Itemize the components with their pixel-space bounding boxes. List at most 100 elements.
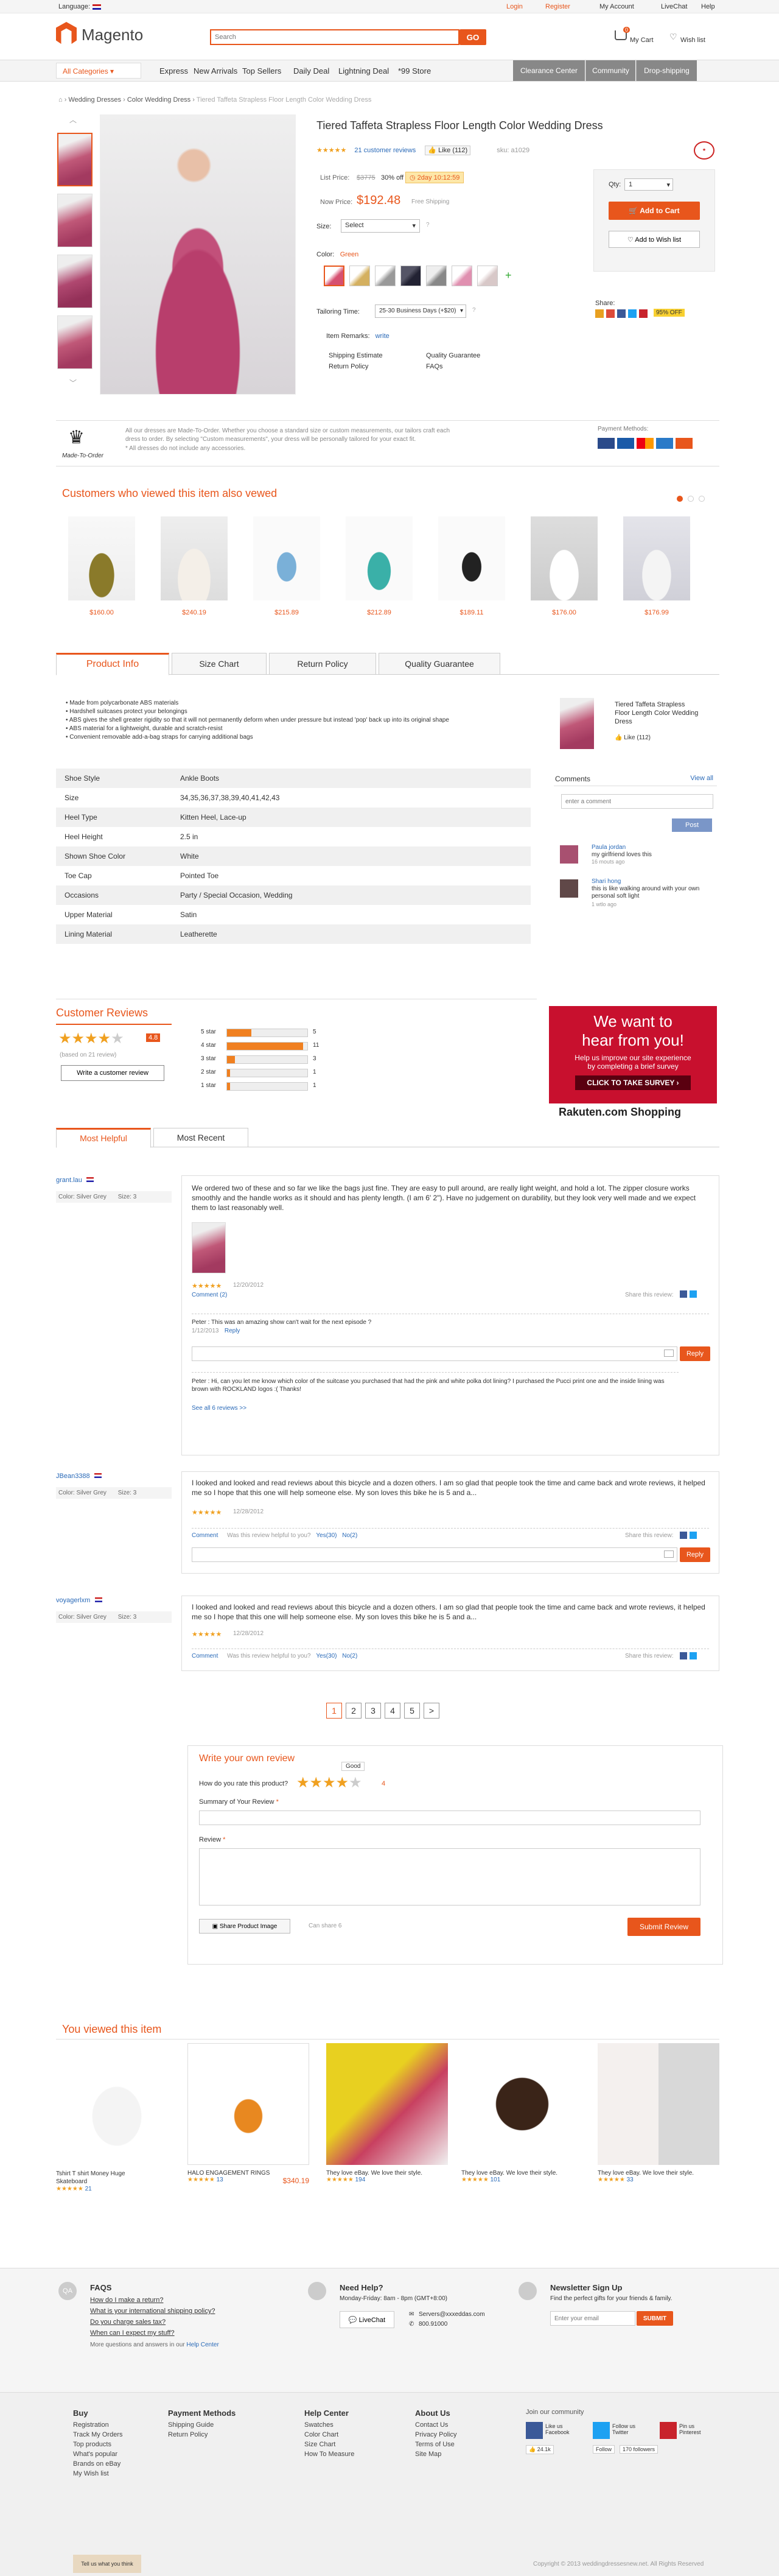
carousel-dot[interactable] [699, 496, 705, 502]
footer-link[interactable]: Size Chart [304, 2441, 354, 2448]
nav-express[interactable]: Express [159, 66, 188, 76]
size-select[interactable]: Select ▾ [341, 219, 420, 233]
reply-button[interactable]: Reply [680, 1346, 710, 1361]
product-card[interactable]: $176.00 [531, 516, 598, 616]
nav-daily-deal[interactable]: Daily Deal [293, 66, 329, 76]
comment-input[interactable] [561, 794, 713, 809]
facebook-icon[interactable] [680, 1532, 687, 1539]
facebook-like-button[interactable]: 👍 Like (112) [425, 146, 471, 155]
livechat-button[interactable]: 💬 LiveChat [340, 2311, 394, 2328]
color-swatch[interactable] [375, 266, 396, 286]
product-card[interactable]: $160.00 [68, 516, 135, 616]
register-link[interactable]: Register [545, 3, 570, 10]
fb-like-button[interactable]: 👍 24.1k [526, 2445, 554, 2454]
nav-community[interactable]: Community [585, 60, 635, 81]
remarks-write-link[interactable]: write [376, 333, 390, 340]
all-categories-button[interactable]: All Categories ▾ [56, 63, 141, 79]
newsletter-input[interactable] [550, 2311, 635, 2326]
page-5[interactable]: 5 [404, 1703, 420, 1719]
add-to-wishlist-button[interactable]: ♡ Add to Wish list [609, 231, 700, 248]
thumbnail[interactable] [57, 315, 93, 369]
color-swatch[interactable] [452, 266, 472, 286]
viewed-card[interactable]: They love eBay. We love their style. ★★★… [326, 2043, 448, 2183]
viewed-card[interactable]: They love eBay. We love their style. ★★★… [598, 2043, 719, 2183]
add-to-cart-button[interactable]: 🛒 Add to Cart [609, 202, 700, 220]
facebook-icon[interactable] [680, 1290, 687, 1298]
twitter-follow-button[interactable]: Follow [593, 2445, 615, 2454]
nav-99-store[interactable]: *99 Store [398, 66, 431, 76]
reply-link[interactable]: Reply [225, 1328, 240, 1334]
reviewer-name[interactable]: grant.lau [56, 1177, 82, 1184]
wishlist-link[interactable]: Wish list [680, 37, 705, 44]
helpful-no[interactable]: No(2) [342, 1653, 357, 1659]
footer-link[interactable]: Privacy Policy [415, 2431, 456, 2438]
faq-link[interactable]: How do I make a return? [90, 2296, 163, 2304]
helpful-yes[interactable]: Yes(30) [316, 1532, 337, 1539]
footer-link[interactable]: Registration [73, 2421, 123, 2429]
return-policy-link[interactable]: Return Policy [329, 363, 368, 370]
reply-button[interactable]: Reply [680, 1547, 710, 1562]
main-product-image[interactable] [100, 114, 296, 395]
side-product[interactable]: Tiered Taffeta Strapless Floor Length Co… [560, 698, 718, 753]
viewed-card[interactable]: They love eBay. We love their style. ★★★… [461, 2043, 583, 2183]
newsletter-submit[interactable]: SUBMIT [637, 2311, 673, 2326]
review-comment-link[interactable]: Comment (2) [192, 1292, 227, 1298]
side-product-like[interactable]: 👍 Like (112) [615, 734, 651, 741]
email-icon[interactable] [595, 309, 604, 318]
reply-input[interactable] [192, 1547, 677, 1562]
tab-size-chart[interactable]: Size Chart [172, 653, 267, 675]
footer-link[interactable]: Shipping Guide [168, 2421, 236, 2429]
twitter-icon[interactable] [628, 309, 637, 318]
faq-link[interactable]: When can I expect my stuff? [90, 2329, 175, 2337]
chevron-down-icon[interactable]: ﹀ [69, 378, 77, 388]
footer-link[interactable]: Top products [73, 2441, 123, 2448]
community-fb[interactable]: Like us Facebook [545, 2423, 576, 2435]
product-card[interactable]: $176.99 [623, 516, 690, 616]
tab-quality-guarantee[interactable]: Quality Guarantee [379, 653, 500, 675]
twitter-icon[interactable] [690, 1652, 697, 1659]
footer-link[interactable]: Color Chart [304, 2431, 354, 2438]
footer-link[interactable]: What's popular [73, 2451, 123, 2458]
faq-link[interactable]: Do you charge sales tax? [90, 2318, 166, 2326]
login-link[interactable]: Login [506, 3, 523, 10]
livechat-link[interactable]: LiveChat [661, 3, 687, 10]
reviews-link[interactable]: 21 customer reviews [354, 147, 416, 154]
search-button[interactable]: GO [459, 29, 486, 45]
footer-link[interactable]: How To Measure [304, 2451, 354, 2458]
color-swatch[interactable] [324, 266, 344, 286]
product-card[interactable]: $215.89 [253, 516, 320, 616]
plus-icon[interactable]: + [505, 269, 512, 282]
tab-most-helpful[interactable]: Most Helpful [56, 1128, 151, 1148]
review-comment-link[interactable]: Comment [192, 1653, 218, 1659]
help-icon[interactable]: ? [426, 222, 430, 228]
product-card[interactable]: $212.89 [346, 516, 413, 616]
reply-input[interactable] [192, 1346, 677, 1361]
help-link[interactable]: Help [701, 3, 715, 10]
nav-clearance[interactable]: Clearance Center [513, 60, 585, 81]
pinterest-icon[interactable] [639, 309, 648, 318]
comment-author[interactable]: Shari hong [592, 878, 621, 885]
comment-author[interactable]: Paula jordan [592, 844, 626, 851]
tailoring-select[interactable]: 25-30 Business Days (+$20) ▾ [375, 304, 466, 318]
product-card[interactable]: $240.19 [161, 516, 228, 616]
twitter-icon[interactable] [690, 1290, 697, 1298]
carousel-dot[interactable] [677, 496, 683, 502]
footer-link[interactable]: Brands on eBay [73, 2460, 123, 2468]
logo[interactable]: Magento [56, 22, 172, 46]
chevron-up-icon[interactable]: ︿ [69, 114, 77, 125]
thumbnail[interactable] [57, 194, 93, 247]
ad-cta-button[interactable]: CLICK TO TAKE SURVEY › [575, 1075, 691, 1090]
survey-ad[interactable]: We want to hear from you! Help us improv… [549, 1006, 717, 1122]
facebook-icon[interactable] [617, 309, 626, 318]
community-tw[interactable]: Follow us Twitter [612, 2423, 643, 2435]
review-photo[interactable] [192, 1222, 226, 1273]
carousel-dot[interactable] [688, 496, 694, 502]
google-icon[interactable] [606, 309, 615, 318]
breadcrumb-wedding[interactable]: Wedding Dresses [68, 96, 121, 104]
page-2[interactable]: 2 [346, 1703, 362, 1719]
cart-link[interactable]: My Cart [630, 37, 654, 44]
footer-link[interactable]: Swatches [304, 2421, 354, 2429]
help-icon[interactable]: ? [472, 307, 476, 314]
shipping-estimate-link[interactable]: Shipping Estimate [329, 352, 383, 359]
heart-icon[interactable]: ♡ [669, 32, 677, 42]
